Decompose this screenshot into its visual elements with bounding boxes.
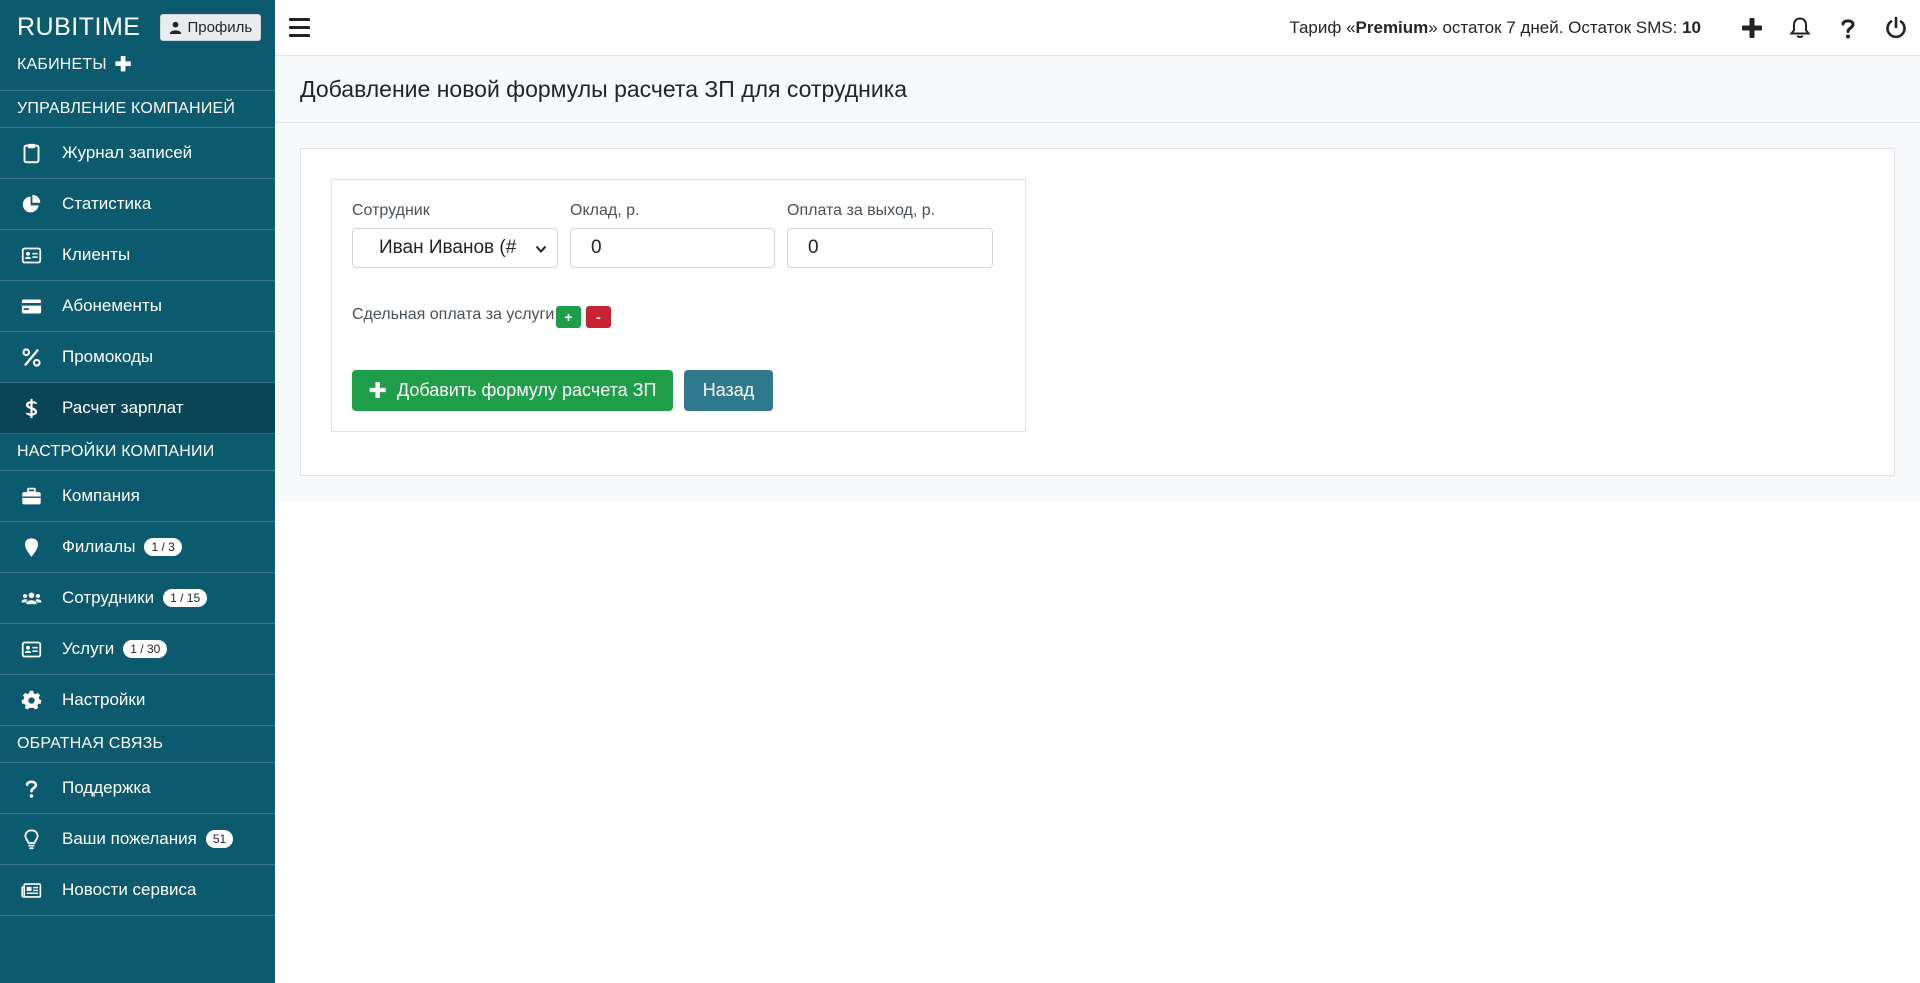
gear-icon: [20, 689, 42, 711]
briefcase-icon: [20, 485, 42, 507]
sidebar-item-label: Филиалы: [62, 537, 136, 556]
sidebar-item[interactable]: Ваши пожелания 51: [0, 814, 275, 865]
sidebar-item[interactable]: Абонементы: [0, 281, 275, 332]
map-marker-icon: [20, 536, 42, 558]
add-cabinet-icon[interactable]: ✚: [115, 55, 132, 75]
sidebar-item[interactable]: Компания: [0, 471, 275, 522]
question-icon: [20, 777, 42, 799]
count-badge: 1 / 3: [144, 538, 182, 556]
plus-icon: ✚: [368, 377, 387, 403]
users-icon: [20, 587, 42, 609]
sidebar-item-label: Ваши пожелания: [62, 829, 197, 848]
sidebar-item-label: Новости сервиса: [62, 880, 197, 899]
sidebar-item[interactable]: Журнал записей: [0, 128, 275, 179]
sidebar-section-title: НАСТРОЙКИ КОМПАНИИ: [0, 434, 275, 471]
sidebar-item-label: Расчет зарплат: [62, 398, 184, 417]
sidebar-item[interactable]: Поддержка: [0, 763, 275, 814]
page-title: Добавление новой формулы расчета ЗП для …: [300, 75, 908, 102]
power-icon[interactable]: [1872, 4, 1920, 52]
sidebar-item[interactable]: Услуги 1 / 30: [0, 624, 275, 675]
tariff-name: Premium: [1355, 17, 1429, 37]
back-button[interactable]: Назад: [684, 370, 773, 411]
sidebar-item[interactable]: Сотрудники 1 / 15: [0, 573, 275, 624]
credit-card-icon: [20, 295, 42, 317]
topbar: Тариф «Premium» остаток 7 дней. Остаток …: [275, 0, 1920, 56]
sidebar-item-label: Настройки: [62, 690, 146, 709]
sidebar-item-label: Компания: [62, 486, 140, 505]
piece-rate-label: Сдельная оплата за услуги: [352, 306, 555, 323]
page-header: Добавление новой формулы расчета ЗП для …: [275, 56, 1920, 123]
sidebar-item[interactable]: Филиалы 1 / 3: [0, 522, 275, 573]
id-card-icon: [20, 638, 42, 660]
add-formula-label: Добавить формулу расчета ЗП: [396, 380, 657, 400]
sidebar-item-label: Сотрудники: [62, 588, 155, 607]
salary-value: 0: [591, 237, 602, 258]
pie-chart-icon: [20, 193, 42, 215]
sidebar-item-label: Промокоды: [62, 347, 154, 366]
bell-icon[interactable]: [1776, 4, 1824, 52]
sidebar-item-label: Статистика: [62, 194, 152, 213]
brand-logo[interactable]: RUBITIME: [17, 13, 140, 42]
help-icon[interactable]: [1824, 4, 1872, 52]
salary-input[interactable]: 0: [570, 228, 775, 268]
newspaper-icon: [20, 879, 42, 901]
tariff-suffix: » остаток 7 дней. Остаток SMS:: [1428, 17, 1683, 37]
sidebar-item[interactable]: Статистика: [0, 179, 275, 230]
dollar-icon: [20, 397, 42, 419]
employee-label: Сотрудник: [352, 202, 430, 219]
tariff-info: Тариф «Premium» остаток 7 дней. Остаток …: [1289, 18, 1701, 38]
profile-button[interactable]: Профиль: [160, 13, 262, 41]
divider: [0, 76, 275, 91]
add-icon[interactable]: [1728, 4, 1776, 52]
count-badge: 1 / 30: [123, 640, 168, 658]
sidebar-item[interactable]: Настройки: [0, 675, 275, 726]
lightbulb-icon: [20, 828, 42, 850]
sidebar-item[interactable]: Новости сервиса: [0, 865, 275, 916]
sidebar-item-label: Клиенты: [62, 245, 131, 264]
brand-row: RUBITIME Профиль: [0, 0, 275, 54]
sidebar-section-title: УПРАВЛЕНИЕ КОМПАНИЕЙ: [0, 91, 275, 128]
sidebar-section-title: ОБРАТНАЯ СВЯЗЬ: [0, 726, 275, 763]
remove-service-rate-button[interactable]: -: [586, 306, 611, 328]
salary-label: Оклад, р.: [570, 202, 640, 219]
sidebar-item-label: Поддержка: [62, 778, 151, 797]
sidebar-item-label: Абонементы: [62, 296, 162, 315]
id-card-icon: [20, 244, 42, 266]
sidebar-item[interactable]: Клиенты: [0, 230, 275, 281]
employee-select[interactable]: Иван Иванов (#: [352, 228, 558, 268]
percent-icon: [20, 346, 42, 368]
shift-pay-value: 0: [808, 237, 819, 258]
shift-pay-label: Оплата за выход, р.: [787, 202, 936, 219]
cabinets-label: КАБИНЕТЫ: [17, 56, 107, 73]
add-service-rate-button[interactable]: +: [556, 306, 581, 328]
chevron-down-icon: [535, 245, 547, 253]
top-icons: [1728, 0, 1920, 56]
count-badge: 1 / 15: [163, 589, 208, 607]
cabinets-section[interactable]: КАБИНЕТЫ ✚: [0, 54, 275, 76]
add-formula-button[interactable]: ✚ Добавить формулу расчета ЗП: [352, 370, 673, 411]
sidebar-item-label: Журнал записей: [62, 143, 193, 162]
profile-label: Профиль: [187, 18, 253, 36]
sidebar: RUBITIME Профиль КАБИНЕТЫ ✚ УПРАВЛЕНИЕ К…: [0, 0, 275, 983]
menu-toggle-icon[interactable]: [289, 12, 321, 44]
sidebar-item-label: Услуги: [62, 639, 115, 658]
tariff-prefix: Тариф «: [1289, 17, 1356, 37]
sidebar-item[interactable]: Расчет зарплат: [0, 383, 275, 434]
sms-count: 10: [1682, 17, 1701, 37]
sidebar-item[interactable]: Промокоды: [0, 332, 275, 383]
shift-pay-input[interactable]: 0: [787, 228, 993, 268]
clipboard-icon: [20, 142, 42, 164]
employee-value: Иван Иванов (#: [379, 237, 517, 258]
user-icon: [170, 21, 182, 34]
count-badge: 51: [205, 830, 234, 848]
